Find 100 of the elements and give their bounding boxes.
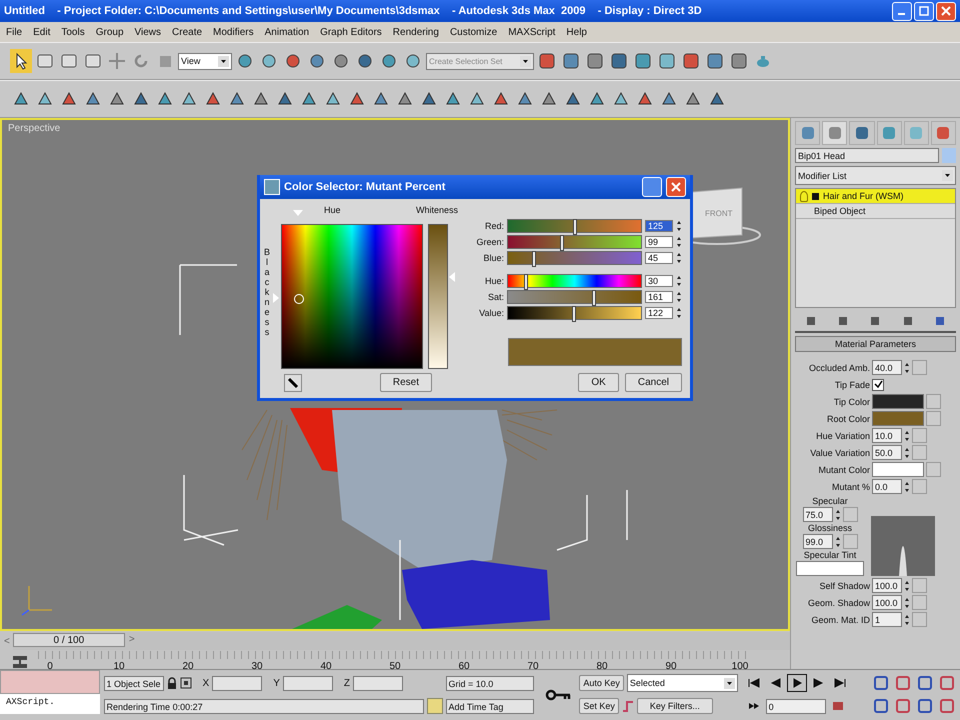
- hue-blackness-picker[interactable]: [281, 224, 423, 369]
- maxscript-listener-field[interactable]: AXScript.: [0, 694, 100, 714]
- spinner-arrows-icon[interactable]: [676, 220, 682, 232]
- specular-tint-swatch[interactable]: [796, 561, 864, 576]
- spinner-arrows-icon[interactable]: [834, 508, 840, 520]
- value-field[interactable]: 161: [645, 291, 673, 303]
- color-slider[interactable]: [507, 219, 642, 233]
- stack-tool-icon[interactable]: [902, 315, 914, 327]
- modifier-stack-item[interactable]: Biped Object: [796, 204, 955, 219]
- viewport-navigation-icon[interactable]: [871, 673, 891, 693]
- menu-item[interactable]: Graph Editors: [320, 26, 382, 38]
- slider-thumb[interactable]: [560, 235, 564, 251]
- checkbox[interactable]: [872, 378, 884, 390]
- add-time-tag-field[interactable]: Add Time Tag: [446, 698, 534, 714]
- param-value-field[interactable]: 0.0: [872, 479, 902, 494]
- stack-tool-icon[interactable]: [869, 315, 882, 327]
- menu-item[interactable]: Edit: [33, 26, 50, 38]
- param-value-field[interactable]: 100.0: [872, 578, 902, 593]
- color-swatch[interactable]: [872, 462, 924, 477]
- menu-item[interactable]: Tools: [61, 26, 85, 38]
- slider-thumb[interactable]: [572, 306, 576, 322]
- object-color-swatch[interactable]: [942, 148, 956, 163]
- viewport-navigation-icon[interactable]: [893, 696, 913, 716]
- whiteness-bar[interactable]: [428, 224, 448, 369]
- spinner-arrows-icon[interactable]: [834, 536, 840, 548]
- value-field[interactable]: 99: [645, 236, 673, 248]
- viewport-navigation-icon[interactable]: [937, 696, 957, 716]
- viewport-navigation-icon[interactable]: [871, 696, 891, 716]
- set-key-button[interactable]: Set Key: [579, 698, 619, 714]
- close-icon[interactable]: [671, 182, 681, 192]
- eyedropper-button[interactable]: [284, 374, 302, 392]
- spinner-arrows-icon[interactable]: [676, 252, 682, 264]
- modifier-stack-item[interactable]: Hair and Fur (WSM): [796, 189, 955, 204]
- spinner-arrows-icon[interactable]: [676, 275, 682, 287]
- ok-button[interactable]: OK: [578, 373, 619, 392]
- whiteness-marker[interactable]: [449, 272, 455, 282]
- help-button[interactable]: [642, 177, 662, 197]
- reference-dropdown[interactable]: View: [178, 52, 232, 70]
- time-slider-thumb[interactable]: 0 / 100: [12, 633, 125, 647]
- param-value-field[interactable]: 40.0: [872, 360, 902, 375]
- playback-icon[interactable]: [786, 674, 807, 692]
- modifier-list-dropdown[interactable]: Modifier List: [795, 166, 956, 185]
- color-slider[interactable]: [507, 290, 642, 304]
- auto-key-button[interactable]: Auto Key: [579, 675, 624, 691]
- spinner-arrows-icon[interactable]: [904, 580, 910, 592]
- current-frame-field[interactable]: 0: [766, 698, 826, 714]
- menu-item[interactable]: Create: [172, 26, 202, 38]
- menu-item[interactable]: Help: [566, 26, 587, 38]
- spinner-arrows-icon[interactable]: [904, 596, 910, 608]
- value-field[interactable]: 45: [645, 252, 673, 264]
- time-tag-icon[interactable]: [426, 698, 443, 714]
- menu-item[interactable]: Customize: [450, 26, 498, 38]
- z-coordinate-field[interactable]: [352, 676, 403, 690]
- color-slider[interactable]: [507, 274, 642, 288]
- x-coordinate-field[interactable]: [212, 676, 262, 690]
- menu-item[interactable]: Views: [134, 26, 162, 38]
- eyedropper-icon[interactable]: [287, 376, 299, 388]
- key-filters-button[interactable]: Key Filters...: [636, 698, 713, 714]
- viewport-navigation-icon[interactable]: [937, 673, 957, 693]
- panel-tab-icon[interactable]: [822, 121, 848, 145]
- bulb-icon[interactable]: [800, 190, 808, 202]
- key-mode-dropdown[interactable]: Selected: [626, 674, 738, 692]
- slider-thumb[interactable]: [532, 251, 536, 267]
- spinner-arrows-icon[interactable]: [904, 480, 910, 492]
- spinner-arrows-icon[interactable]: [904, 362, 910, 374]
- panel-tab-icon[interactable]: [849, 121, 875, 145]
- param-value-field[interactable]: 100.0: [872, 595, 902, 610]
- viewport-navigation-icon[interactable]: [893, 673, 913, 693]
- spinner-arrows-icon[interactable]: [904, 614, 910, 626]
- value-field[interactable]: 125: [645, 220, 673, 232]
- key-tangent-icon[interactable]: [622, 699, 634, 713]
- reset-button[interactable]: Reset: [380, 373, 432, 392]
- spinner-arrows-icon[interactable]: [676, 236, 682, 248]
- close-button[interactable]: [666, 177, 686, 197]
- hue-marker[interactable]: [292, 210, 303, 216]
- color-slider[interactable]: [507, 306, 642, 320]
- minimize-button[interactable]: [892, 2, 912, 20]
- param-value-field[interactable]: 1: [872, 612, 902, 627]
- specular-field[interactable]: 75.0: [802, 507, 832, 522]
- menu-item[interactable]: MAXScript: [508, 26, 556, 38]
- slider-thumb[interactable]: [573, 219, 578, 235]
- stack-tool-icon[interactable]: [837, 315, 850, 327]
- object-name-field[interactable]: Bip01 Head: [795, 148, 939, 163]
- spinner-arrows-icon[interactable]: [904, 446, 910, 458]
- viewport[interactable]: Perspective FRONT Color Selector: Mutant Percent Hue Whiteness Blackness Reset Red: 125 Green: 99 Blue: 45 Hue: 30 Sat: 161 Value: 122 OK Cancel: [0, 118, 790, 631]
- glossiness-field[interactable]: 99.0: [802, 534, 832, 549]
- y-coordinate-field[interactable]: [282, 676, 333, 690]
- maximize-icon[interactable]: [918, 5, 930, 17]
- spinner-arrows-icon[interactable]: [904, 430, 910, 442]
- menu-item[interactable]: Animation: [264, 26, 310, 38]
- close-icon[interactable]: [940, 5, 952, 17]
- param-value-field[interactable]: 50.0: [872, 445, 902, 460]
- transform-mode-icon[interactable]: [180, 677, 192, 689]
- panel-tab-icon[interactable]: [930, 121, 956, 145]
- value-field[interactable]: 122: [645, 307, 673, 319]
- stack-tool-icon[interactable]: [934, 315, 946, 327]
- menu-item[interactable]: Group: [96, 26, 124, 38]
- color-slider[interactable]: [507, 251, 642, 265]
- maximize-button[interactable]: [914, 2, 934, 20]
- menu-item[interactable]: Modifiers: [213, 26, 254, 38]
